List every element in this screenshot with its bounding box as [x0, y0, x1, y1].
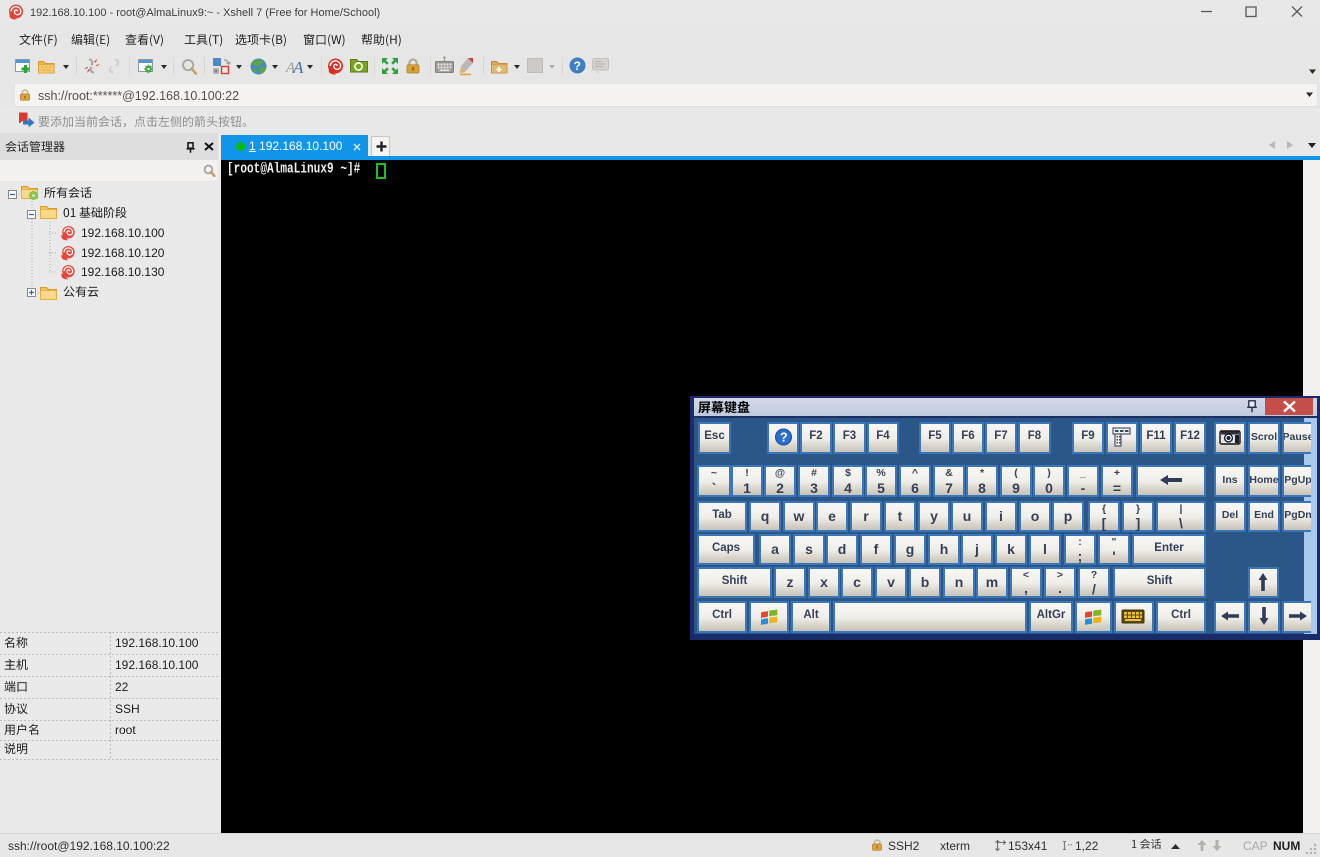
svg-text:A: A [292, 58, 304, 76]
svg-text:?: ? [780, 431, 788, 445]
svg-text:?: ? [574, 59, 581, 73]
